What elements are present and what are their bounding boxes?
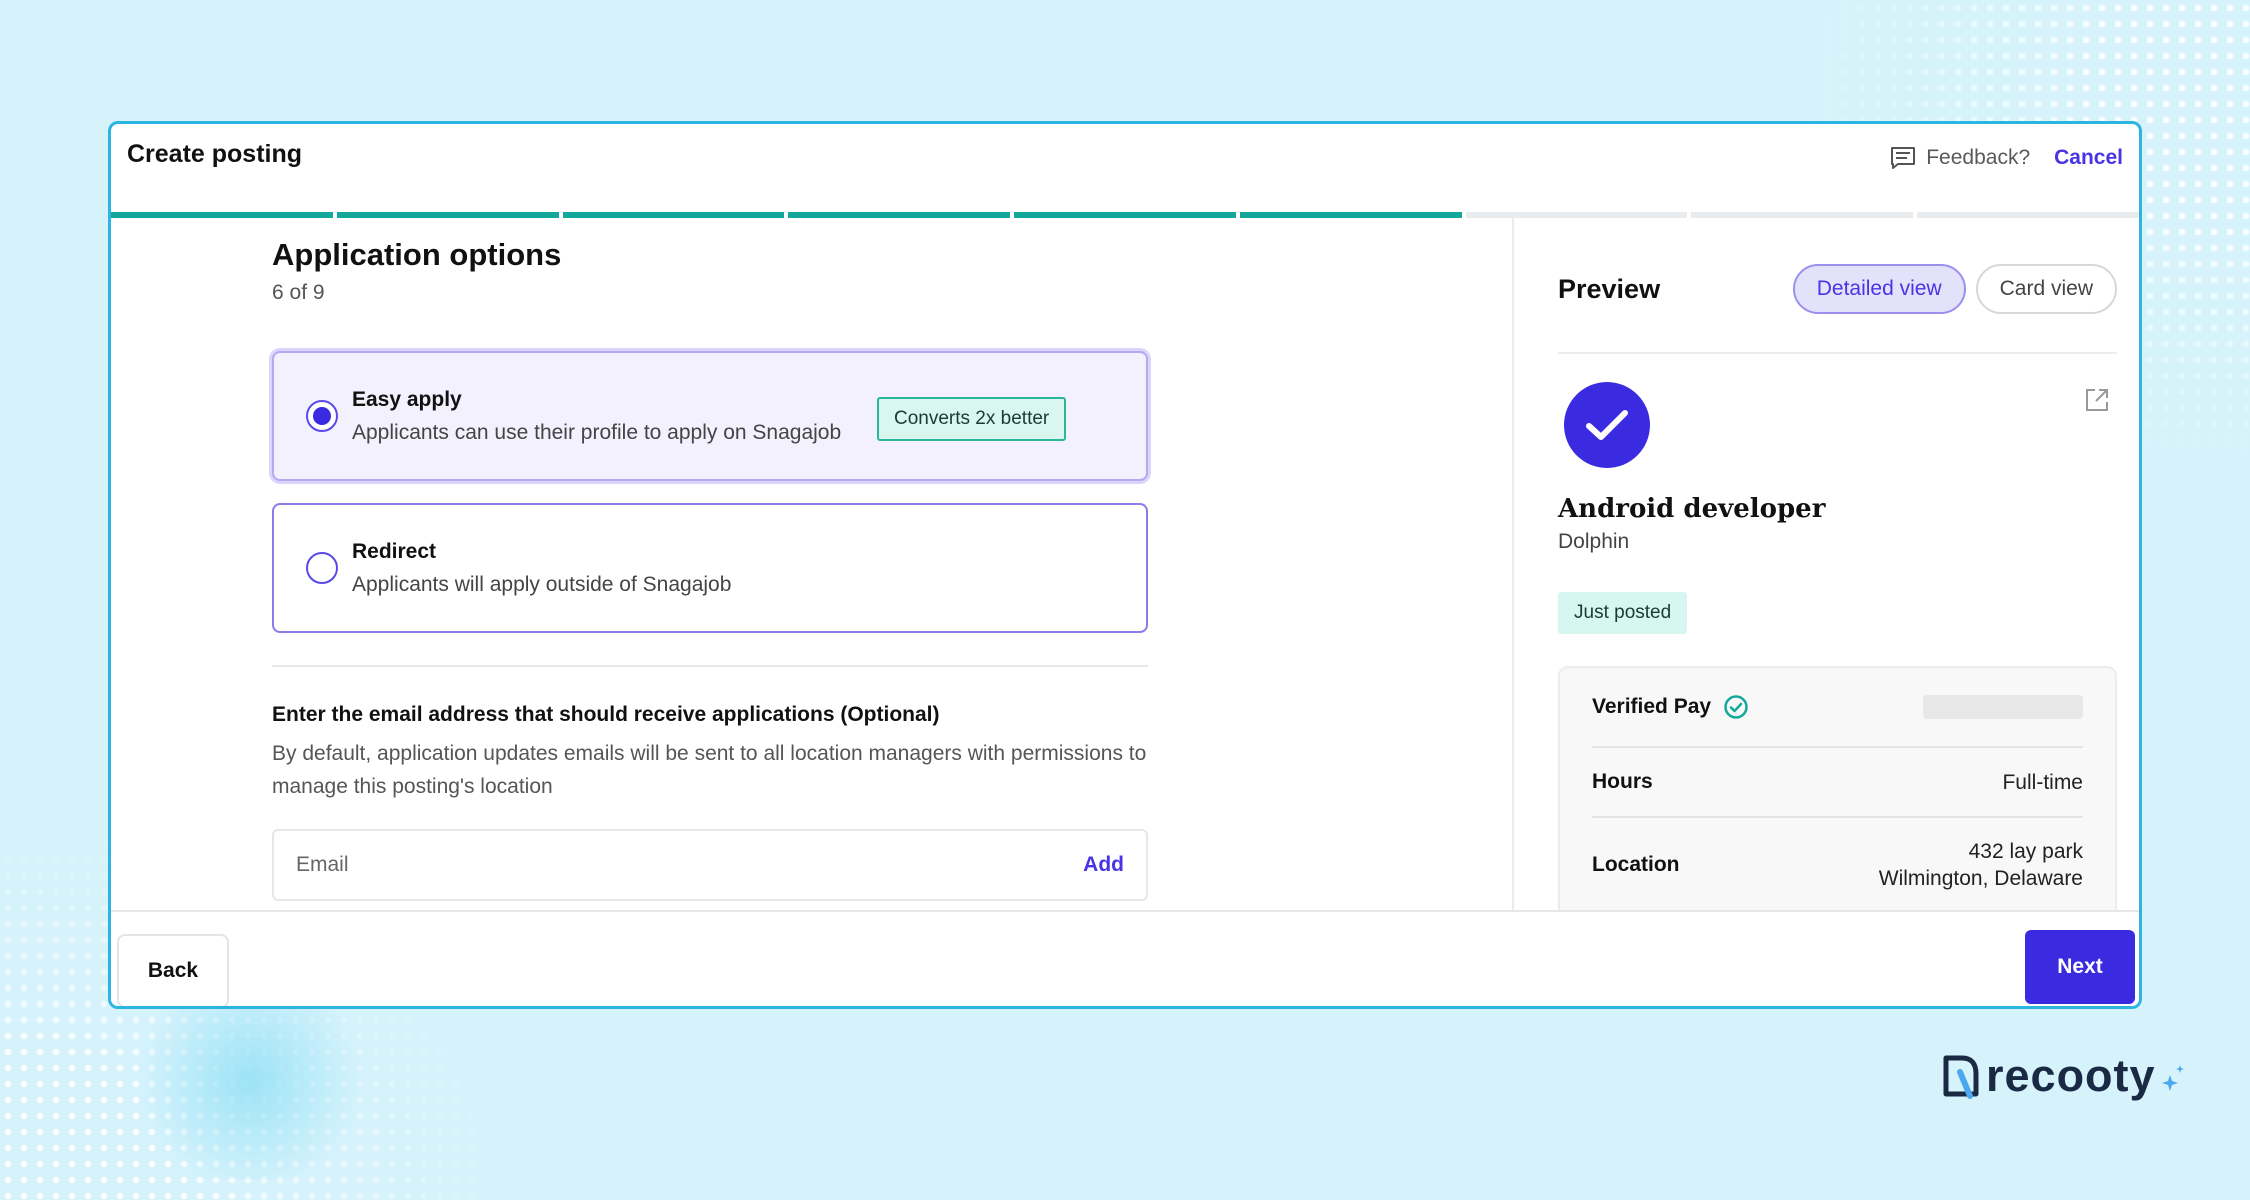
radio-easy-apply[interactable] — [306, 400, 338, 432]
page-title: Create posting — [127, 140, 303, 168]
external-link-icon — [2086, 389, 2108, 411]
location-street: 432 lay park — [1968, 840, 2083, 863]
detail-row-location: Location 432 lay park Wilmington, Delawa… — [1592, 818, 2083, 910]
hours-value: Full-time — [2002, 770, 2083, 794]
preview-panel: Preview Detailed view Card view Android … — [1512, 218, 2139, 910]
add-email-button[interactable]: Add — [1083, 853, 1124, 877]
form-panel: Application options 6 of 9 Easy apply Ap… — [111, 218, 1512, 910]
recooty-logo-icon — [1943, 1055, 1979, 1099]
email-placeholder: Email — [296, 853, 349, 876]
header-actions: Feedback? Cancel — [1890, 146, 2123, 170]
detailed-view-button[interactable]: Detailed view — [1792, 264, 1966, 314]
company-name: Dolphin — [1558, 530, 1630, 553]
converts-badge: Converts 2x better — [877, 397, 1067, 441]
option-easy-apply[interactable]: Easy apply Applicants can use their prof… — [272, 351, 1148, 481]
create-posting-window: Create posting Feedback? Cancel Applicat… — [108, 121, 2142, 1009]
job-title: Android developer — [1558, 494, 1826, 524]
background-glow — [120, 980, 380, 1180]
option-description: Applicants can use their profile to appl… — [352, 420, 842, 444]
footer: Back Next — [111, 910, 2139, 1006]
step-indicator: 6 of 9 — [272, 281, 325, 304]
detail-row-hours: Hours Full-time — [1592, 748, 2083, 818]
location-city: Wilmington, Delaware — [1878, 867, 2083, 890]
just-posted-badge: Just posted — [1558, 592, 1688, 634]
pay-placeholder — [1923, 695, 2083, 719]
sparkle-icon — [2161, 1065, 2184, 1091]
email-section-description: By default, application updates emails w… — [272, 742, 1147, 798]
company-logo — [1564, 382, 1650, 468]
job-details-card: Verified Pay Hours Full-time Location 43… — [1558, 666, 2117, 910]
radio-redirect[interactable] — [306, 552, 338, 584]
detail-row-pay: Verified Pay — [1592, 668, 2083, 748]
next-button[interactable]: Next — [2025, 930, 2135, 1004]
verified-pay-label: Verified Pay — [1592, 695, 1712, 718]
open-external-link[interactable] — [2083, 386, 2111, 419]
option-title: Easy apply — [352, 387, 462, 411]
verified-check-icon — [1724, 695, 1748, 719]
option-description: Applicants will apply outside of Snagajo… — [352, 572, 732, 596]
location-value: 432 lay park Wilmington, Delaware — [1879, 838, 2083, 892]
section-title: Application options — [272, 237, 562, 272]
header: Create posting Feedback? Cancel — [111, 124, 2139, 214]
brand-logo: recooty — [1940, 1050, 2186, 1102]
card-view-button[interactable]: Card view — [1975, 264, 2117, 314]
feedback-label: Feedback? — [1926, 146, 2031, 169]
divider — [1558, 352, 2117, 354]
brand-logo-text: recooty — [1986, 1050, 2156, 1101]
email-input[interactable]: Email Add — [272, 829, 1148, 901]
back-button[interactable]: Back — [117, 934, 229, 1006]
hours-label: Hours — [1592, 770, 1653, 793]
cancel-button[interactable]: Cancel — [2054, 146, 2123, 170]
preview-header: Preview Detailed view Card view — [1558, 264, 2117, 314]
form-content: Application options 6 of 9 Easy apply Ap… — [272, 218, 1148, 901]
checkmark-icon — [1586, 410, 1628, 440]
preview-title: Preview — [1558, 273, 1661, 304]
feedback-icon — [1891, 147, 1916, 169]
feedback-link[interactable]: Feedback? — [1890, 146, 2030, 170]
view-toggle: Detailed view Card view — [1792, 264, 2117, 314]
email-section-title: Enter the email address that should rece… — [272, 703, 940, 726]
option-title: Redirect — [352, 539, 437, 563]
divider — [272, 665, 1148, 667]
option-redirect[interactable]: Redirect Applicants will apply outside o… — [272, 503, 1148, 633]
location-label: Location — [1592, 853, 1680, 876]
